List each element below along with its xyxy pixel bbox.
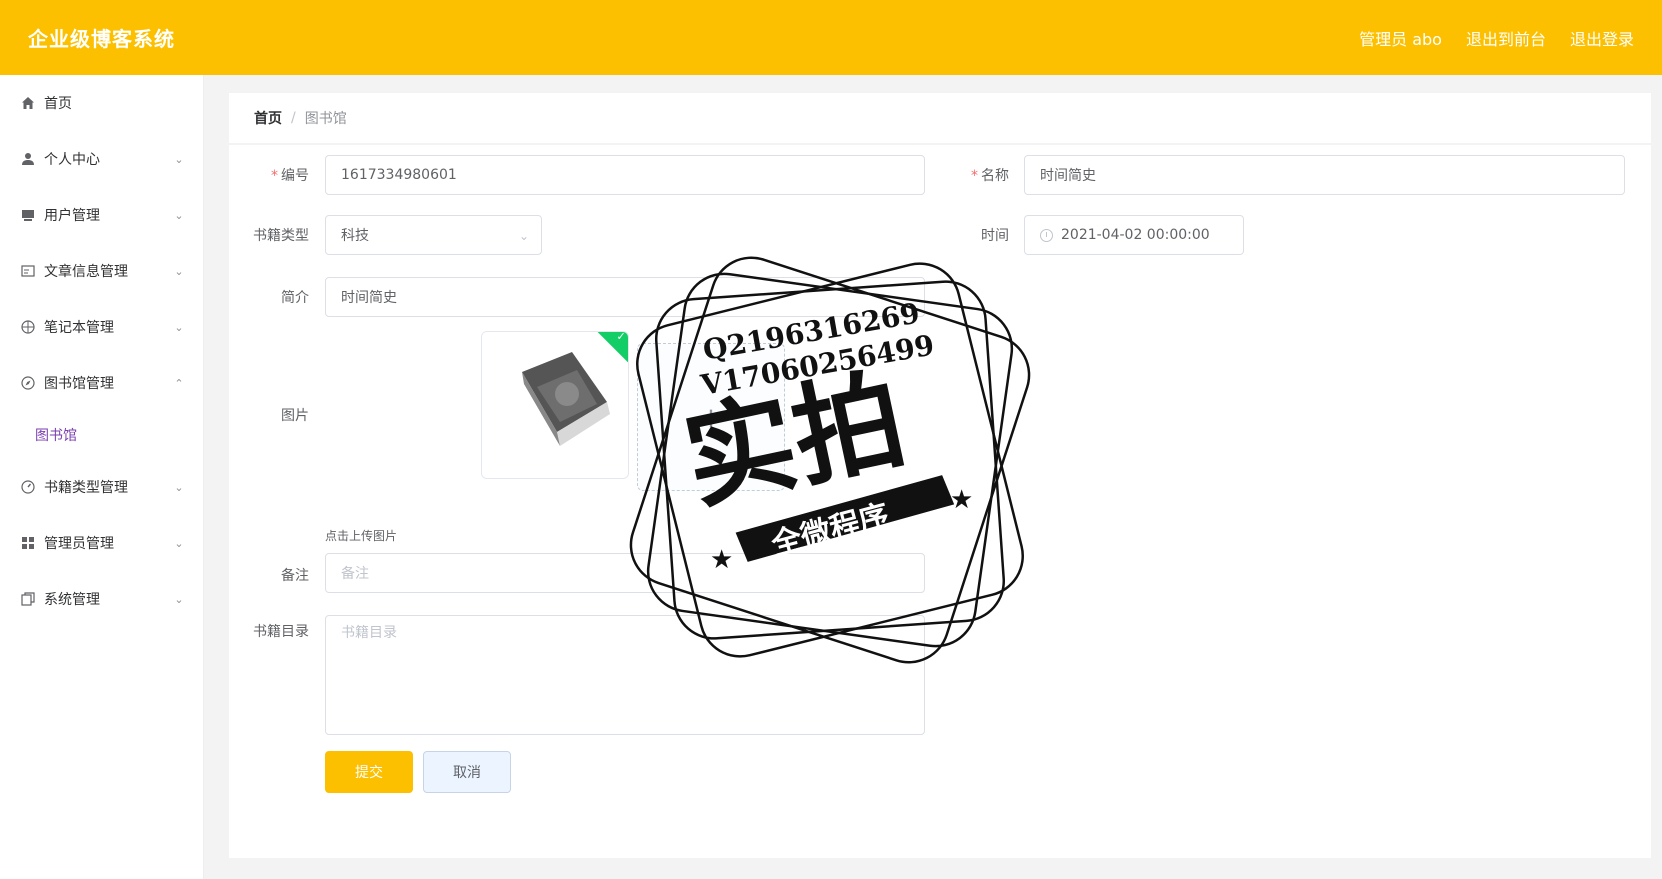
header-links: 管理员 abo 退出到前台 退出登录 — [1359, 26, 1634, 50]
sidebar-item-label: 系统管理 — [44, 592, 100, 608]
chevron-down-icon: ⌄ — [174, 152, 184, 166]
intro-input[interactable]: 时间简史 — [325, 277, 925, 317]
time-picker[interactable]: 2021-04-02 00:00:00 — [1024, 215, 1244, 255]
id-label-text: 编号 — [281, 168, 309, 184]
sidebar-item-label: 文章信息管理 — [44, 264, 128, 280]
sidebar-item-admins[interactable]: 管理员管理 ⌄ — [0, 515, 203, 571]
back-to-front-link[interactable]: 退出到前台 — [1466, 26, 1546, 50]
user-icon — [20, 151, 36, 167]
chevron-down-icon: ⌄ — [174, 320, 184, 334]
remark-input[interactable]: 备注 — [325, 553, 925, 593]
name-label-text: 名称 — [981, 168, 1009, 184]
sidebar-item-label: 图书馆管理 — [44, 376, 114, 392]
logout-link[interactable]: 退出登录 — [1570, 26, 1634, 50]
computer-icon — [20, 207, 36, 223]
sidebar-item-home[interactable]: 首页 — [0, 75, 203, 131]
book-cover-image — [482, 332, 628, 478]
book-type-select[interactable]: 科技 ⌄ — [325, 215, 542, 255]
id-input[interactable]: 1617334980601 — [325, 155, 925, 195]
sidebar-item-label: 笔记本管理 — [44, 320, 114, 336]
name-input[interactable]: 时间简史 — [1024, 155, 1625, 195]
home-icon — [20, 95, 36, 111]
main-content: 首页 / 图书馆 * 编号 1617334980601 * 名称 时间简史 书籍类型… — [204, 75, 1662, 879]
sidebar: 首页 个人中心 ⌄ 用户管理 ⌄ 文章信息管理 ⌄ 笔记本管理 ⌄ 图书馆管理 … — [0, 75, 204, 879]
sidebar-item-notebooks[interactable]: 笔记本管理 ⌄ — [0, 299, 203, 355]
upload-add-button[interactable]: + — [637, 343, 785, 491]
document-icon — [20, 263, 36, 279]
library-form: * 编号 1617334980601 * 名称 时间简史 书籍类型 科技 ⌄ 时间 … — [229, 145, 1651, 858]
upload-tip: 点击上传图片 — [325, 529, 398, 543]
sidebar-item-profile[interactable]: 个人中心 ⌄ — [0, 131, 203, 187]
grid-icon — [20, 535, 36, 551]
breadcrumb-current: 图书馆 — [304, 111, 347, 127]
catalog-label: 书籍目录 — [253, 624, 309, 640]
chevron-down-icon: ⌄ — [174, 208, 184, 222]
submit-button[interactable]: 提交 — [325, 751, 413, 793]
plus-icon: + — [699, 400, 723, 434]
gauge-icon — [20, 479, 36, 495]
aperture-icon — [20, 319, 36, 335]
remark-label: 备注 — [281, 568, 309, 584]
clock-icon — [1040, 228, 1053, 242]
chevron-down-icon: ⌄ — [174, 264, 184, 278]
time-value: 2021-04-02 00:00:00 — [1061, 227, 1210, 243]
book-type-label: 书籍类型 — [253, 228, 309, 244]
uploaded-image[interactable]: ✓ — [481, 331, 629, 479]
sidebar-item-label: 书籍类型管理 — [44, 480, 128, 496]
chevron-down-icon: ⌄ — [174, 480, 184, 494]
sidebar-item-articles[interactable]: 文章信息管理 ⌄ — [0, 243, 203, 299]
sidebar-item-label: 管理员管理 — [44, 536, 114, 552]
copy-icon — [20, 591, 36, 607]
sidebar-item-users[interactable]: 用户管理 ⌄ — [0, 187, 203, 243]
name-label: * 名称 — [929, 165, 1009, 185]
breadcrumb-separator: / — [291, 110, 296, 126]
chevron-down-icon: ⌄ — [518, 229, 529, 243]
sidebar-subitem-library[interactable]: 图书馆 — [0, 411, 203, 459]
cancel-button[interactable]: 取消 — [423, 751, 511, 793]
current-user-label: 管理员 abo — [1359, 29, 1442, 49]
intro-label: 简介 — [281, 290, 309, 306]
sidebar-item-system[interactable]: 系统管理 ⌄ — [0, 571, 203, 627]
catalog-textarea[interactable]: 书籍目录 — [325, 615, 925, 735]
top-header: 企业级博客系统 管理员 abo 退出到前台 退出登录 — [0, 0, 1662, 75]
breadcrumb: 首页 / 图书馆 — [229, 93, 1651, 143]
required-mark: * — [271, 168, 278, 184]
sidebar-item-label: 首页 — [44, 96, 72, 112]
id-label: * 编号 — [229, 165, 309, 185]
sidebar-item-book-types[interactable]: 书籍类型管理 ⌄ — [0, 459, 203, 515]
check-icon: ✓ — [616, 331, 626, 343]
chevron-down-icon: ⌄ — [174, 592, 184, 606]
sidebar-item-label: 个人中心 — [44, 152, 100, 168]
chevron-down-icon: ⌄ — [174, 536, 184, 550]
sidebar-item-library[interactable]: 图书馆管理 ⌃ — [0, 355, 203, 411]
image-label: 图片 — [281, 408, 309, 424]
book-type-value: 科技 — [341, 228, 369, 244]
required-mark: * — [971, 168, 978, 184]
sidebar-item-label: 用户管理 — [44, 208, 100, 224]
time-label: 时间 — [981, 228, 1009, 244]
app-title: 企业级博客系统 — [28, 27, 175, 51]
chevron-up-icon: ⌃ — [174, 376, 184, 390]
compass-icon — [20, 375, 36, 391]
breadcrumb-home[interactable]: 首页 — [254, 108, 282, 128]
